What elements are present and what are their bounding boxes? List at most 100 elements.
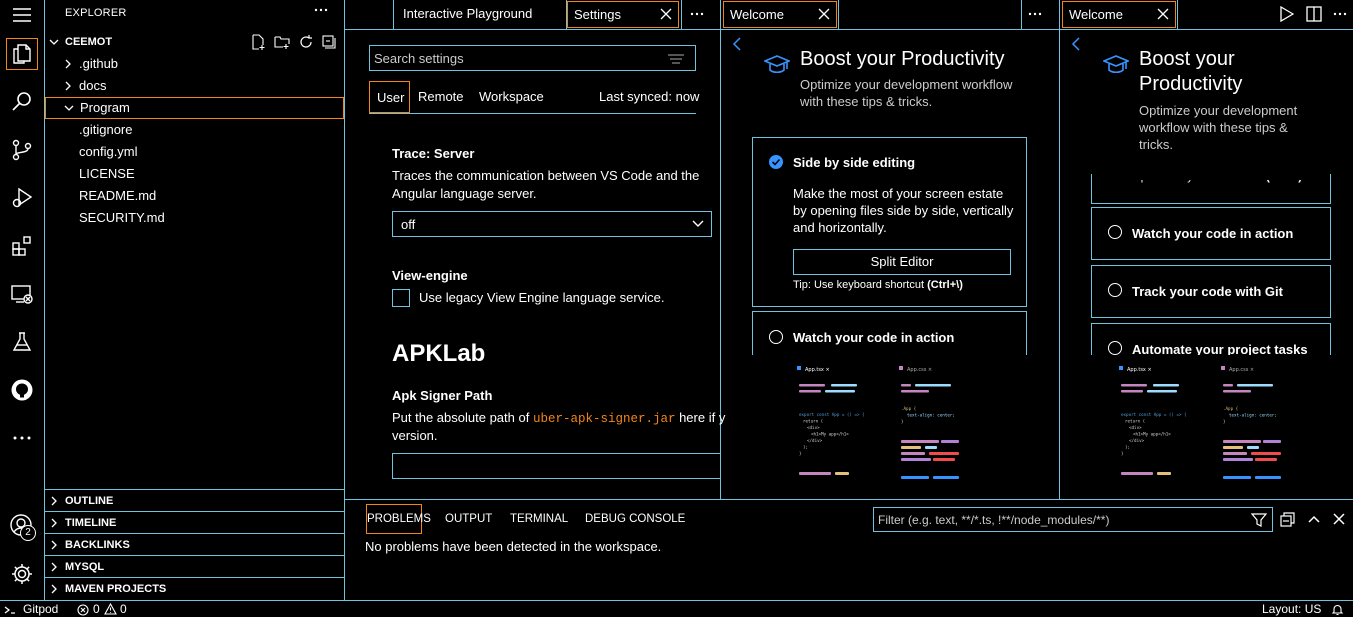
new-folder-icon[interactable] [274, 34, 290, 50]
workspace-root[interactable]: CEEMOT [45, 31, 344, 53]
extensions-icon[interactable] [6, 230, 38, 262]
sidebar-section[interactable]: MAVEN PROJECTS [45, 577, 344, 599]
panel-tab-terminal[interactable]: TERMINAL [510, 504, 568, 534]
preview-code-line: <div> [1129, 425, 1142, 430]
warning-icon [104, 603, 117, 615]
sidebar-section[interactable]: BACKLINKS [45, 533, 344, 555]
trace-server-select[interactable]: off [392, 211, 712, 237]
close-icon[interactable] [660, 8, 672, 20]
select-value: off [401, 217, 416, 232]
split-editor-button[interactable]: Split Editor [793, 249, 1011, 275]
panel-tab-debug-console[interactable]: DEBUG CONSOLE [585, 504, 685, 534]
sidebar-section[interactable]: OUTLINE [45, 489, 344, 511]
chevron-down-icon [49, 37, 59, 47]
back-chevron-icon[interactable] [1071, 37, 1081, 51]
mortarboard-icon [1103, 54, 1129, 76]
notifications-bell-icon[interactable] [1331, 603, 1344, 616]
filter-lines-icon[interactable] [668, 53, 684, 65]
tree-item[interactable]: SECURITY.md [45, 207, 344, 229]
more-icon[interactable] [6, 422, 38, 454]
split-editor-icon[interactable] [1306, 6, 1322, 22]
search-placeholder: Search settings [374, 51, 464, 66]
walkthrough-card-track-git[interactable]: Track your code with Git [1091, 265, 1331, 318]
walkthrough-card-automate[interactable]: Automate your project tasks [1091, 323, 1331, 355]
editor-group-1: Interactive Playground Settings Search s… [345, 0, 725, 499]
close-icon[interactable] [818, 8, 830, 20]
tree-item[interactable]: LICENSE [45, 163, 344, 185]
radio-circle-icon [1108, 225, 1122, 239]
close-icon[interactable] [1157, 8, 1169, 20]
tree-item[interactable]: config.yml [45, 141, 344, 163]
scope-tab-workspace[interactable]: Workspace [479, 89, 544, 104]
scope-label: Workspace [479, 89, 544, 104]
workspace-root-label: CEEMOT [65, 36, 113, 48]
tab-interactive-playground[interactable]: Interactive Playground [397, 0, 567, 29]
walkthrough-preview-image: App.tsx × App.css × export const App = () … [791, 362, 991, 487]
search-icon[interactable] [6, 86, 38, 118]
editor-more-icon[interactable] [1332, 6, 1348, 22]
tree-item[interactable]: docs [45, 75, 344, 97]
scope-tab-remote[interactable]: Remote [418, 89, 464, 104]
settings-search-input[interactable]: Search settings [369, 45, 696, 71]
close-panel-icon[interactable] [1332, 512, 1346, 526]
preview-code-line: return ( [1125, 419, 1145, 424]
card-title: Watch your code in action [793, 330, 955, 345]
menu-icon[interactable] [6, 0, 38, 30]
welcome-subtitle: Optimize your development workflow with … [1139, 103, 1298, 152]
chevron-right-icon [49, 518, 59, 528]
source-control-icon[interactable] [6, 134, 38, 166]
run-debug-icon[interactable] [6, 182, 38, 214]
files-icon[interactable] [6, 38, 38, 70]
preview-code-line: } [1121, 451, 1124, 456]
tab-label: Welcome [730, 7, 784, 22]
setting-desc-apk-signer: Put the absolute path of uber-apk-signer… [392, 409, 725, 428]
tab-welcome-2[interactable]: Welcome [1062, 1, 1176, 28]
accounts-icon[interactable]: 2 [6, 510, 38, 542]
collapse-panel-icon[interactable] [1280, 511, 1296, 527]
refresh-icon[interactable] [298, 34, 314, 50]
view-engine-label: Use legacy View Engine language service. [419, 290, 665, 305]
tree-item[interactable]: Program [45, 97, 344, 119]
filter-funnel-icon[interactable] [1251, 512, 1267, 528]
sidebar-section[interactable]: MYSQL [45, 555, 344, 577]
remote-explorer-icon[interactable] [6, 278, 38, 310]
preview-code-line: <h1>My app</h1> [1133, 432, 1171, 437]
editor-group-3: Welcome Boost your Productivity Optimize… [1060, 0, 1353, 499]
tab-settings[interactable]: Settings [567, 1, 679, 28]
tree-item[interactable]: .gitignore [45, 119, 344, 141]
tree-item[interactable]: .github [45, 53, 344, 75]
preview-code-line: export const App = () => { [1121, 412, 1187, 417]
maximize-panel-icon[interactable] [1306, 512, 1322, 526]
back-chevron-icon[interactable] [732, 37, 742, 51]
section-label: TIMELINE [65, 517, 117, 529]
tab-welcome[interactable]: Welcome [723, 1, 837, 28]
sidebar-more-icon[interactable] [313, 2, 329, 18]
editor-more-icon[interactable] [689, 6, 705, 22]
run-icon[interactable] [1280, 6, 1294, 22]
tree-item[interactable]: README.md [45, 185, 344, 207]
collapse-all-icon[interactable] [321, 34, 337, 50]
editor-more-icon[interactable] [1027, 6, 1043, 22]
walkthrough-card-watch-code[interactable]: Watch your code in action [1091, 207, 1331, 260]
preview-code-line: return ( [803, 419, 823, 424]
walkthrough-card-side-by-side[interactable]: Side by side editing Make the most of yo… [752, 137, 1027, 307]
apk-signer-path-input[interactable] [392, 453, 721, 479]
testing-icon[interactable] [6, 326, 38, 358]
view-engine-checkbox[interactable] [392, 289, 410, 307]
manage-gear-icon[interactable] [6, 558, 38, 590]
problems-filter-input[interactable]: Filter (e.g. text, **/*.ts, !**/node_mod… [873, 507, 1273, 532]
preview-tab-left: App.tsx × [805, 367, 830, 373]
tree-item-label: Program [80, 100, 130, 115]
section-label: MYSQL [65, 561, 105, 573]
github-icon[interactable] [6, 374, 38, 406]
problems-message: No problems have been detected in the wo… [365, 539, 662, 554]
panel-tab-problems[interactable]: PROBLEMS [366, 504, 431, 534]
panel-tab-output[interactable]: OUTPUT [445, 504, 492, 534]
sidebar-section[interactable]: TIMELINE [45, 511, 344, 533]
new-file-icon[interactable] [250, 34, 266, 50]
chevron-down-icon [692, 220, 704, 228]
scope-tab-user[interactable]: User [369, 81, 410, 113]
preview-tab-left: App.tsx × [1127, 367, 1152, 373]
walkthrough-card-watch-code[interactable]: Watch your code in action [752, 311, 1027, 355]
keyboard-layout[interactable]: Layout: US [1262, 601, 1321, 617]
